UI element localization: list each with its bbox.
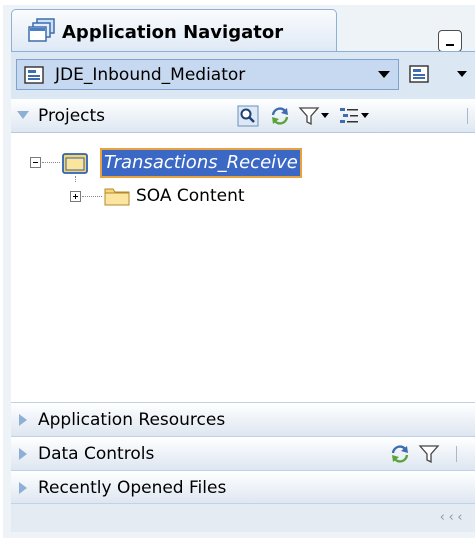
data-controls-header[interactable]: Data Controls: [11, 436, 475, 470]
folder-icon: [104, 188, 130, 206]
recently-opened-files-label: Recently Opened Files: [38, 478, 227, 498]
refresh-icon[interactable]: [269, 105, 291, 127]
data-controls-label: Data Controls: [38, 444, 155, 464]
expand-chevron-icon: [19, 448, 27, 460]
toolbar-divider: [467, 108, 468, 124]
find-icon[interactable]: [237, 105, 259, 127]
application-menu-icon: [409, 65, 429, 83]
filter-icon[interactable]: [298, 105, 320, 127]
expand-node-icon[interactable]: [70, 191, 81, 202]
application-selector-bar: JDE_Inbound_Mediator: [11, 51, 475, 99]
tree-node-project[interactable]: Transactions_Receive: [11, 133, 475, 179]
filter-icon[interactable]: [418, 443, 440, 465]
panel-title: Application Navigator: [62, 22, 284, 43]
scroll-left-chevrons-icon[interactable]: ‹‹‹: [439, 510, 465, 525]
projects-header[interactable]: Projects: [11, 99, 475, 133]
folder-label: SOA Content: [136, 186, 245, 206]
project-folder-icon: [62, 153, 88, 174]
tree-connector: [82, 196, 102, 197]
dropdown-arrow-icon: [378, 71, 390, 78]
application-resources-label: Application Resources: [38, 410, 226, 430]
projects-label: Projects: [38, 106, 106, 126]
navigator-status-bar: ‹‹‹: [11, 503, 475, 532]
recently-opened-files-header[interactable]: Recently Opened Files: [11, 470, 475, 504]
collapse-node-icon[interactable]: [30, 157, 41, 168]
project-name-selected[interactable]: Transactions_Receive: [100, 148, 302, 178]
project-tree: Transactions_Receive SOA Content: [11, 133, 475, 402]
tree-connector: [42, 162, 60, 163]
filter-menu-arrow-icon[interactable]: [321, 113, 329, 118]
application-menu-button[interactable]: [403, 59, 471, 90]
toolbar-divider: [456, 446, 457, 462]
view-options-icon[interactable]: [338, 105, 360, 127]
view-menu-arrow-icon[interactable]: [361, 113, 369, 118]
application-dropdown[interactable]: JDE_Inbound_Mediator: [16, 59, 399, 90]
expand-chevron-icon: [19, 482, 27, 494]
tree-node-soa-content[interactable]: SOA Content: [11, 182, 475, 210]
application-name: JDE_Inbound_Mediator: [55, 65, 246, 85]
minimize-button[interactable]: [438, 30, 462, 52]
application-navigator-icon: [28, 18, 55, 42]
chevron-down-icon: [457, 71, 467, 77]
refresh-icon[interactable]: [389, 443, 411, 465]
application-icon: [24, 66, 44, 84]
expand-chevron-icon: [19, 414, 27, 426]
navigator-tab[interactable]: Application Navigator: [11, 9, 337, 51]
collapse-chevron-icon: [17, 111, 29, 119]
application-resources-header[interactable]: Application Resources: [11, 402, 475, 436]
